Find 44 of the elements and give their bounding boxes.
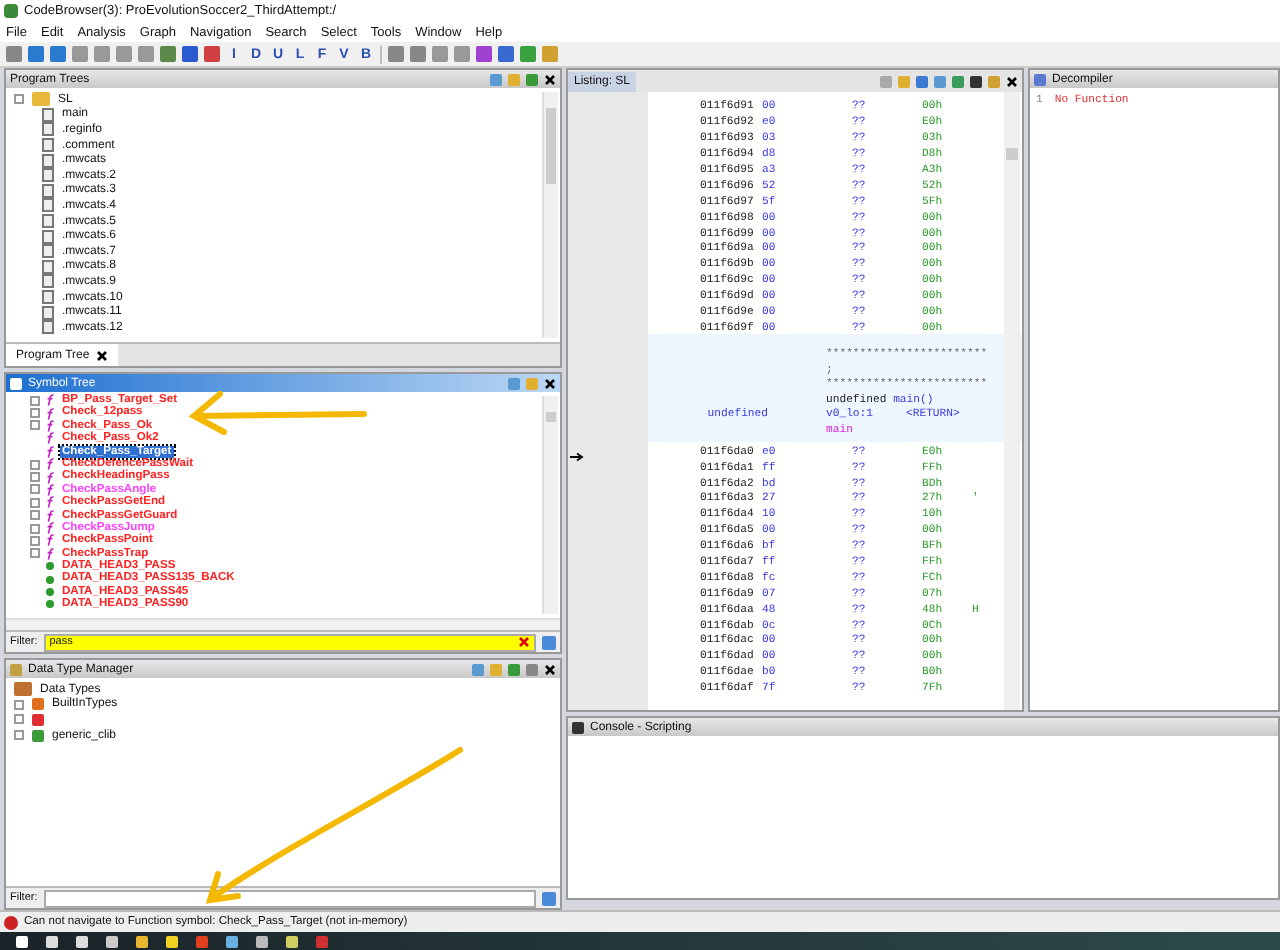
horizontal-scrollbar[interactable] <box>6 618 560 630</box>
scrollbar[interactable] <box>1004 92 1020 710</box>
taskbar-icon[interactable] <box>166 935 178 947</box>
arrow-icon <box>570 452 584 462</box>
expand-icon[interactable] <box>30 484 40 495</box>
expand-icon[interactable] <box>30 395 40 406</box>
filter-options-icon[interactable] <box>542 891 556 905</box>
taskbar-icon[interactable] <box>106 935 118 947</box>
expand-icon[interactable] <box>30 535 40 546</box>
expand-icon[interactable] <box>30 510 40 521</box>
expand-icon[interactable] <box>30 523 40 534</box>
taskbar-icon[interactable] <box>286 935 298 947</box>
close-icon[interactable] <box>544 663 556 675</box>
expand-icon[interactable] <box>30 548 40 559</box>
taskbar-icon[interactable] <box>226 935 238 947</box>
taskbar-icon[interactable] <box>46 935 58 947</box>
filter-options-icon[interactable] <box>542 635 556 649</box>
close-icon[interactable] <box>95 349 108 361</box>
collapse-icon[interactable] <box>14 94 24 105</box>
expand-icon[interactable] <box>30 420 40 431</box>
program-icon <box>32 713 44 726</box>
console-icon <box>572 721 584 733</box>
archive-icon <box>32 729 44 742</box>
data-types-icon <box>14 682 32 697</box>
scrollbar[interactable] <box>542 92 558 338</box>
taskbar-icon[interactable] <box>16 935 28 947</box>
taskbar-icon[interactable] <box>136 935 148 947</box>
taskbar-icon[interactable] <box>76 935 88 947</box>
close-icon[interactable] <box>1006 75 1018 87</box>
expand-icon[interactable] <box>30 459 40 470</box>
filter-field[interactable] <box>43 889 536 907</box>
expand-icon[interactable] <box>30 497 40 508</box>
close-icon[interactable] <box>544 377 556 389</box>
archive-icon <box>10 663 22 675</box>
app-icon <box>4 4 18 18</box>
decompiler-icon <box>1034 73 1046 85</box>
tree-icon <box>10 377 22 389</box>
expand-icon[interactable] <box>30 408 40 419</box>
folder-icon <box>32 92 50 107</box>
scrollbar[interactable] <box>542 396 558 614</box>
builtin-icon <box>32 698 44 711</box>
close-icon[interactable] <box>544 73 556 85</box>
expand-icon[interactable] <box>30 472 40 483</box>
taskbar-icon[interactable] <box>256 935 268 947</box>
